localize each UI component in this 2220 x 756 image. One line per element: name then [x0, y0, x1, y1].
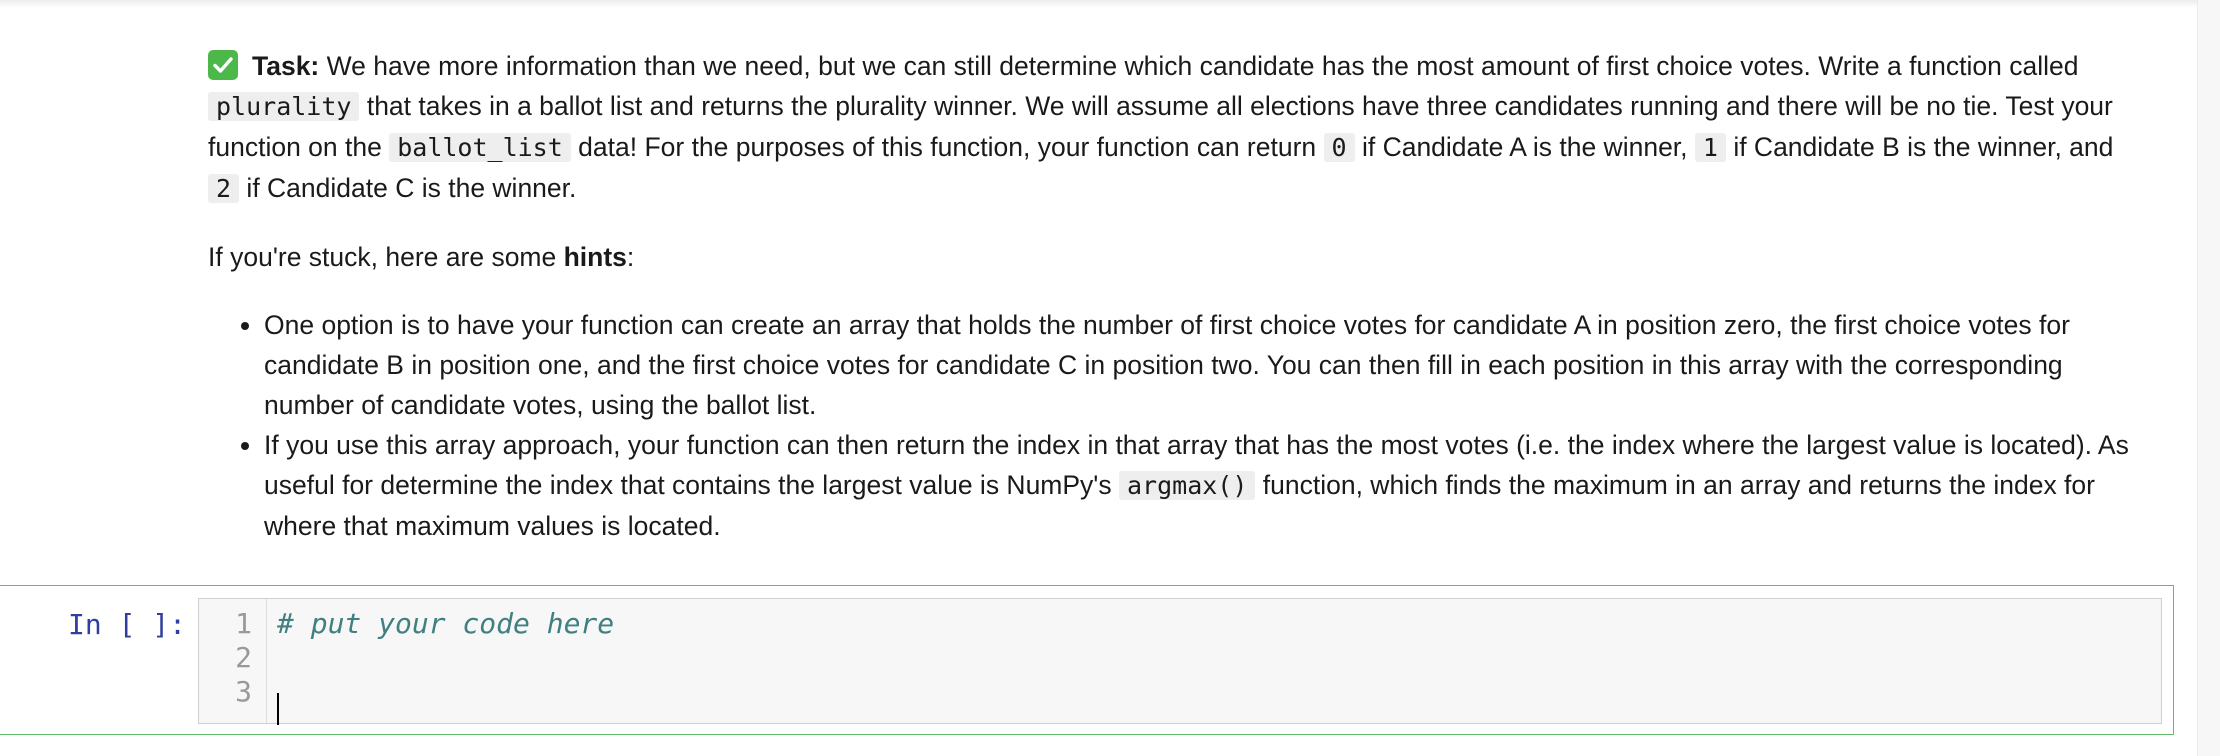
line-number-gutter: 1 2 3: [199, 599, 267, 723]
task-paragraph: Task: We have more information than we n…: [208, 46, 2138, 209]
hints-intro: If you're stuck, here are some hints:: [208, 237, 2138, 277]
text-cursor: [277, 693, 279, 725]
hints-bold: hints: [563, 242, 627, 272]
hints-intro-text: If you're stuck, here are some: [208, 242, 564, 272]
inline-code-one: 1: [1694, 133, 1726, 162]
task-text: data! For the purposes of this function,…: [570, 132, 1324, 162]
inline-code-plurality: plurality: [208, 92, 360, 121]
task-label: Task:: [252, 51, 320, 81]
hint-item: If you use this array approach, your fun…: [264, 425, 2138, 546]
inline-code-ballot-list: ballot_list: [389, 133, 571, 162]
hint-item: One option is to have your function can …: [264, 305, 2138, 425]
hints-intro-colon: :: [626, 242, 635, 272]
task-text: We have more information than we need, b…: [319, 51, 2079, 81]
input-prompt: In [ ]:: [68, 608, 187, 641]
markdown-cell[interactable]: Task: We have more information than we n…: [208, 46, 2138, 546]
code-cell[interactable]: In [ ]: 1 2 3 # put your code here: [0, 585, 2174, 735]
task-text: if Candidate A is the winner,: [1354, 132, 1695, 162]
task-text: if Candidate C is the winner.: [239, 173, 577, 203]
code-editor[interactable]: 1 2 3 # put your code here: [198, 598, 2162, 725]
check-mark-icon: [208, 50, 238, 80]
inline-code-two: 2: [208, 174, 240, 203]
code-line[interactable]: # put your code here: [277, 607, 614, 640]
task-text: if Candidate B is the winner, and: [1725, 132, 2114, 162]
notebook-page: Task: We have more information than we n…: [0, 0, 2220, 756]
hints-list: One option is to have your function can …: [208, 305, 2138, 546]
toolbar-shadow: [0, 0, 2220, 8]
inline-code-argmax: argmax(): [1118, 471, 1256, 500]
line-number: 1: [235, 607, 252, 640]
line-number: 2: [235, 641, 252, 674]
inline-code-zero: 0: [1323, 133, 1355, 162]
line-number: 3: [235, 675, 252, 708]
scrollbar[interactable]: [2197, 0, 2220, 756]
